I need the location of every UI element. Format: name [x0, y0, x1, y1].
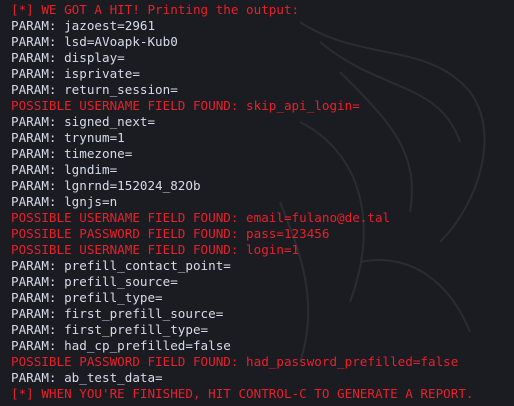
- param-line: PARAM: return_session=: [11, 82, 178, 97]
- status-line: [*] WE GOT A HIT! Printing the output:: [11, 2, 300, 17]
- param-line: PARAM: lgnjs=n: [11, 194, 118, 209]
- status-line: [*] WHEN YOU'RE FINISHED, HIT CONTROL-C …: [11, 386, 474, 401]
- param-line: PARAM: isprivate=: [11, 66, 140, 81]
- param-line: PARAM: prefill_contact_point=: [11, 258, 231, 273]
- param-line: PARAM: first_prefill_source=: [11, 306, 224, 321]
- param-line: PARAM: ab_test_data=: [11, 370, 163, 385]
- field-found-line: POSSIBLE USERNAME FIELD FOUND: login=1: [11, 242, 300, 257]
- field-found-line: POSSIBLE USERNAME FIELD FOUND: email=ful…: [11, 210, 391, 225]
- param-line: PARAM: lgnrnd=152024_82Ob: [11, 178, 201, 193]
- param-line: PARAM: lgndim=: [11, 162, 118, 177]
- field-found-line: POSSIBLE PASSWORD FIELD FOUND: pass=1234…: [11, 226, 330, 241]
- param-line: PARAM: prefill_type=: [11, 290, 163, 305]
- param-line: PARAM: trynum=1: [11, 130, 125, 145]
- terminal-window[interactable]: [*] WE GOT A HIT! Printing the output: PA…: [0, 0, 514, 406]
- param-line: PARAM: display=: [11, 50, 125, 65]
- terminal-output: [*] WE GOT A HIT! Printing the output: PA…: [0, 2, 514, 402]
- param-line: PARAM: prefill_source=: [11, 274, 178, 289]
- param-line: PARAM: signed_next=: [11, 114, 156, 129]
- param-line: PARAM: timezone=: [11, 146, 133, 161]
- field-found-line: POSSIBLE PASSWORD FIELD FOUND: had_passw…: [11, 354, 459, 369]
- param-line: PARAM: lsd=AVoapk-Kub0: [11, 34, 178, 49]
- param-line: PARAM: had_cp_prefilled=false: [11, 338, 231, 353]
- param-line: PARAM: first_prefill_type=: [11, 322, 209, 337]
- field-found-line: POSSIBLE USERNAME FIELD FOUND: skip_api_…: [11, 98, 360, 113]
- param-line: PARAM: jazoest=2961: [11, 18, 156, 33]
